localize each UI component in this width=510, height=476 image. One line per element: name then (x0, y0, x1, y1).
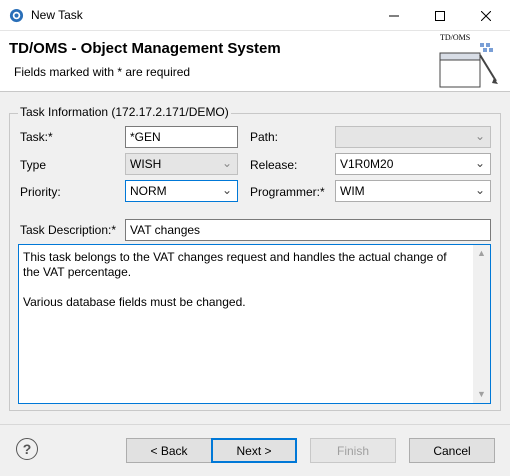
close-icon (481, 10, 491, 21)
type-select[interactable]: WISH ⌄ (125, 153, 238, 175)
type-value: WISH (130, 157, 162, 171)
release-select[interactable]: V1R0M20 ⌄ (335, 153, 491, 175)
programmer-value: WIM (340, 184, 365, 198)
priority-label: Priority: (20, 185, 61, 199)
wizard-subtitle: Fields marked with * are required (14, 65, 191, 79)
programmer-label: Programmer:* (250, 185, 325, 199)
task-description-field[interactable]: VAT changes (125, 219, 491, 241)
window-title: New Task (31, 8, 83, 22)
task-field[interactable]: *GEN (125, 126, 238, 148)
maximize-icon (435, 10, 445, 21)
type-label: Type (20, 158, 47, 172)
task-description-label: Task Description:* (20, 223, 117, 237)
release-label: Release: (250, 158, 298, 172)
programmer-select[interactable]: WIM ⌄ (335, 180, 491, 202)
path-label: Path: (250, 130, 279, 144)
scroll-down-icon[interactable]: ▼ (473, 386, 490, 403)
priority-value: NORM (130, 184, 167, 198)
priority-select[interactable]: NORM ⌄ (125, 180, 238, 202)
next-button[interactable]: Next > (211, 438, 297, 463)
scroll-up-icon[interactable]: ▲ (473, 245, 490, 262)
task-information-label: Task Information (172.17.2.171/DEMO) (18, 105, 231, 119)
cancel-button[interactable]: Cancel (409, 438, 495, 463)
minimize-icon (389, 15, 399, 16)
wizard-title: TD/OMS - Object Management System (9, 40, 281, 57)
maximize-button[interactable] (417, 0, 463, 31)
vertical-scrollbar[interactable]: ▲ ▼ (473, 245, 490, 403)
chevron-down-icon: ⌄ (221, 183, 232, 197)
path-select[interactable]: ⌄ (335, 126, 491, 148)
help-button[interactable]: ? (16, 438, 38, 460)
chevron-down-icon: ⌄ (474, 183, 485, 197)
minimize-button[interactable] (371, 0, 417, 31)
footer-separator (0, 424, 510, 425)
chevron-down-icon: ⌄ (221, 156, 232, 170)
app-icon (9, 8, 24, 23)
title-bar: New Task (0, 0, 510, 31)
tdoms-logo: TD/OMS (439, 33, 498, 88)
details-paragraph-2: Various database fields must be changed. (23, 295, 246, 309)
finish-button[interactable]: Finish (310, 438, 396, 463)
close-button[interactable] (463, 0, 509, 31)
release-value: V1R0M20 (340, 157, 394, 171)
chevron-down-icon: ⌄ (474, 129, 485, 143)
details-paragraph-1: This task belongs to the VAT changes req… (23, 250, 447, 279)
chevron-down-icon: ⌄ (474, 156, 485, 170)
wizard-header: TD/OMS - Object Management System Fields… (0, 31, 510, 92)
task-label: Task:* (20, 130, 53, 144)
back-button[interactable]: < Back (126, 438, 212, 463)
logo-text: TD/OMS (440, 33, 470, 42)
task-details-textarea[interactable]: This task belongs to the VAT changes req… (18, 244, 491, 404)
